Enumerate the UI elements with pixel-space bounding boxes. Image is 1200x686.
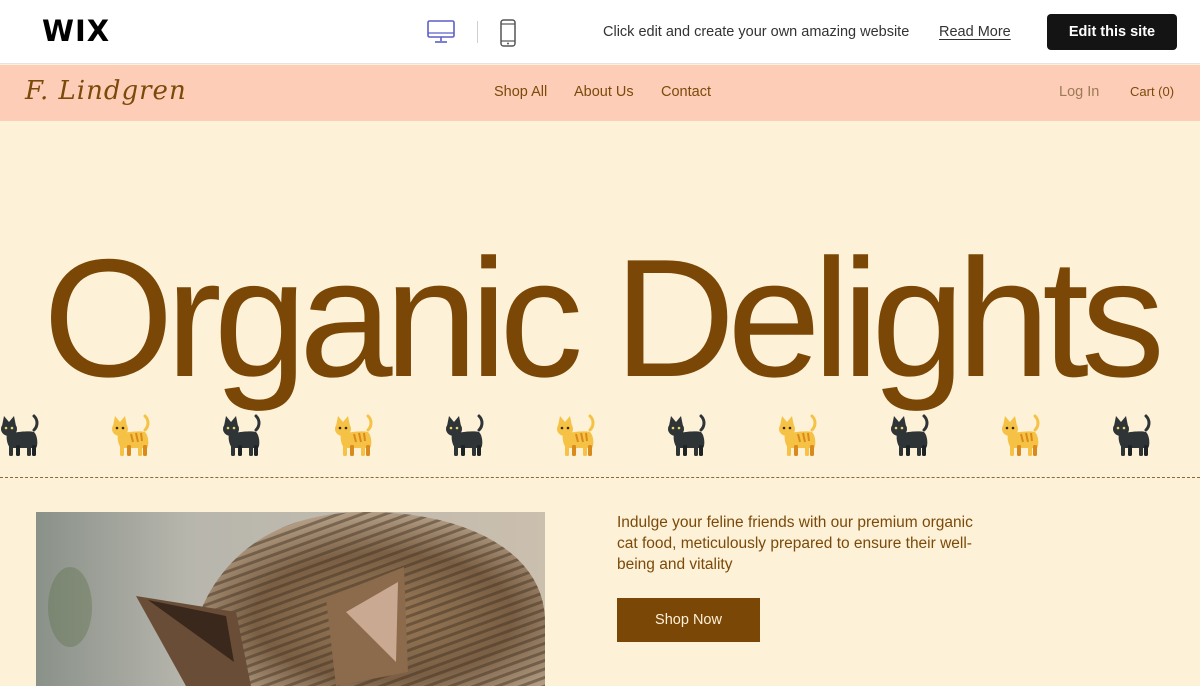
orange-cat-icon [557, 414, 595, 456]
read-more-link[interactable]: Read More [939, 24, 1011, 40]
nav-contact[interactable]: Contact [661, 84, 711, 100]
black-cat-icon [1113, 414, 1151, 456]
device-separator [477, 21, 478, 43]
shop-now-button[interactable]: Shop Now [617, 598, 760, 642]
black-cat-icon [1, 414, 39, 456]
mobile-icon[interactable] [499, 19, 517, 47]
orange-cat-icon [112, 414, 150, 456]
nav-about-us[interactable]: About Us [574, 84, 634, 100]
cat-icon-row [0, 412, 1200, 460]
tabby-cat-photo [36, 512, 545, 686]
black-cat-icon [668, 414, 706, 456]
brand-logo[interactable]: F. Lindgren [25, 76, 187, 106]
black-cat-icon [445, 414, 484, 456]
edit-site-button[interactable]: Edit this site [1047, 14, 1177, 50]
dashed-divider [0, 477, 1200, 478]
wix-logo[interactable]: WIX [42, 14, 110, 48]
cart-link[interactable]: Cart (0) [1130, 84, 1174, 99]
hero-title: Organic Delights [43, 224, 1165, 412]
black-cat-icon [223, 414, 261, 456]
desktop-icon[interactable] [427, 20, 455, 44]
orange-cat-icon [1001, 414, 1040, 456]
promo-text: Click edit and create your own amazing w… [603, 24, 910, 40]
nav-shop-all[interactable]: Shop All [494, 84, 547, 100]
login-link[interactable]: Log In [1059, 84, 1099, 100]
intro-text: Indulge your feline friends with our pre… [617, 514, 973, 573]
orange-cat-icon [779, 414, 817, 456]
orange-cat-icon [334, 414, 373, 456]
site-header: F. Lindgren Shop All About Us Contact Lo… [0, 65, 1200, 121]
wix-top-bar: WIX Click edit and create your own amazi… [0, 0, 1200, 64]
black-cat-icon [890, 414, 929, 456]
